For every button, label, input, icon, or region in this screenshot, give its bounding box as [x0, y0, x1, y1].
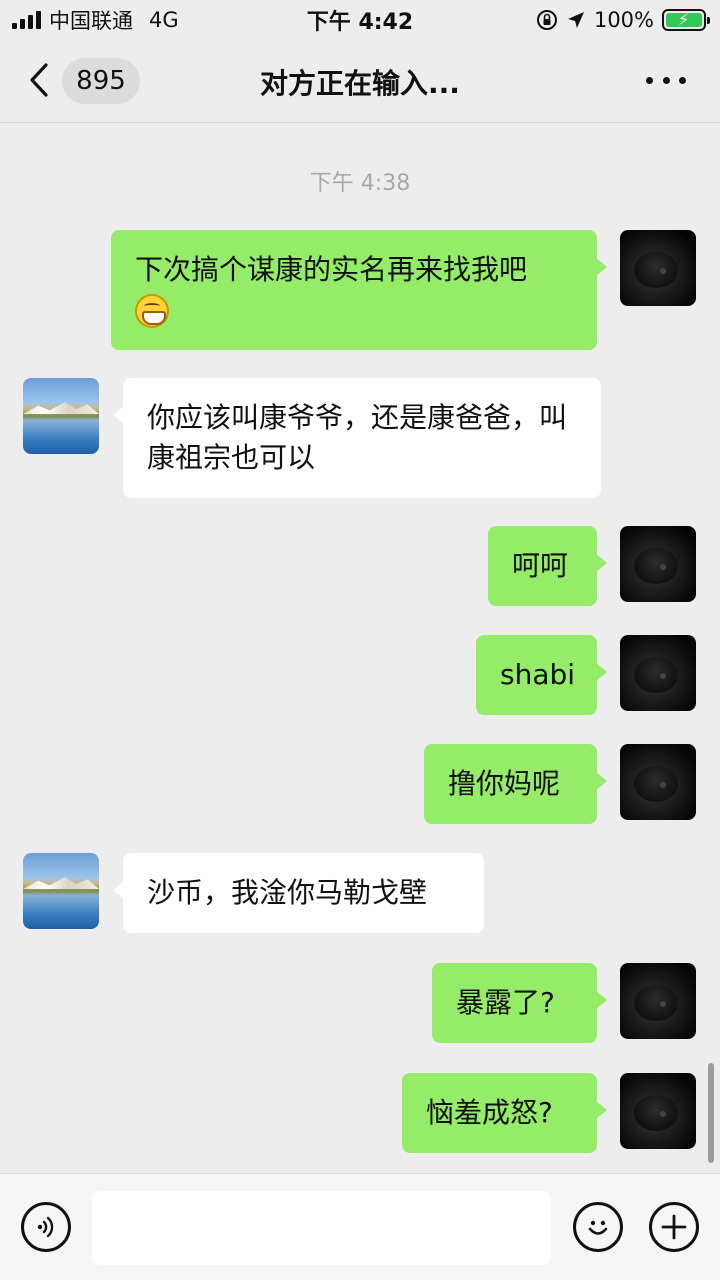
message-text: 暴露了?: [456, 986, 555, 1019]
back-button[interactable]: [28, 62, 58, 98]
message-text: 你应该叫康爷爷，还是康爸爸，叫康祖宗也可以: [147, 401, 568, 474]
status-right: 100% ⚡: [536, 8, 710, 32]
message-text: 沙币，我淦你马勒戈壁: [147, 876, 428, 909]
my-message-bubble[interactable]: shabi: [476, 635, 607, 715]
more-options-button[interactable]: [646, 70, 686, 90]
location-icon: [567, 12, 584, 28]
smiley-icon: [588, 1220, 608, 1235]
status-bar: 中国联通 4G 下午 4:42 100% ⚡: [0, 0, 720, 40]
message-input[interactable]: [92, 1191, 551, 1265]
my-message-bubble[interactable]: 暴露了?: [432, 963, 607, 1043]
carrier-label: 中国联通: [49, 9, 133, 33]
more-functions-button[interactable]: [649, 1202, 699, 1252]
voice-icon: [37, 1216, 54, 1238]
my-avatar[interactable]: [620, 963, 696, 1039]
my-message-bubble[interactable]: 恼羞成怒?: [402, 1073, 607, 1153]
battery-percent: 100%: [593, 8, 654, 32]
plus-icon: [661, 1214, 687, 1240]
input-bar: [0, 1173, 720, 1280]
message-text: 呵呵: [512, 549, 569, 582]
message-text: 撸你妈呢: [448, 767, 561, 800]
status-left: 中国联通 4G: [12, 5, 179, 35]
my-message-bubble[interactable]: 撸你妈呢: [424, 744, 607, 824]
battery-icon: ⚡: [662, 9, 710, 31]
message-text: 下次搞个谋康的实名再来找我吧: [135, 253, 528, 286]
dot-icon: [662, 76, 670, 84]
orientation-lock-icon: [536, 10, 557, 30]
my-avatar[interactable]: [620, 635, 696, 711]
my-avatar[interactable]: [620, 526, 696, 602]
emoji-button[interactable]: [573, 1202, 623, 1252]
nav-bar: 895 对方正在输入...: [0, 40, 720, 123]
signal-icon: [12, 11, 41, 29]
unread-count-badge[interactable]: 895: [62, 58, 140, 104]
contact-avatar[interactable]: [23, 378, 99, 454]
my-avatar[interactable]: [620, 744, 696, 820]
my-avatar[interactable]: [620, 230, 696, 306]
contact-avatar[interactable]: [23, 853, 99, 929]
message-text: 恼羞成怒?: [426, 1096, 553, 1129]
dot-icon: [679, 76, 686, 84]
chat-scrollbar[interactable]: [708, 1063, 714, 1163]
my-message-bubble[interactable]: 呵呵: [488, 526, 607, 606]
my-message-bubble[interactable]: 下次搞个谋康的实名再来找我吧: [111, 230, 607, 350]
grinning-face-icon: [135, 294, 169, 328]
chevron-left-icon: [30, 63, 48, 97]
contact-message-bubble[interactable]: 你应该叫康爷爷，还是康爸爸，叫康祖宗也可以: [113, 378, 601, 498]
chat-area[interactable]: 下午 4:38 下次搞个谋康的实名再来找我吧 你应该叫康爷爷，还是康爸爸，叫康祖…: [0, 123, 720, 1173]
voice-input-button[interactable]: [21, 1202, 71, 1252]
network-label: 4G: [149, 8, 179, 32]
message-timestamp: 下午 4:38: [309, 171, 411, 196]
my-avatar[interactable]: [620, 1073, 696, 1149]
dot-icon: [646, 76, 653, 84]
message-text: shabi: [500, 658, 576, 691]
contact-message-bubble[interactable]: 沙币，我淦你马勒戈壁: [113, 853, 484, 933]
